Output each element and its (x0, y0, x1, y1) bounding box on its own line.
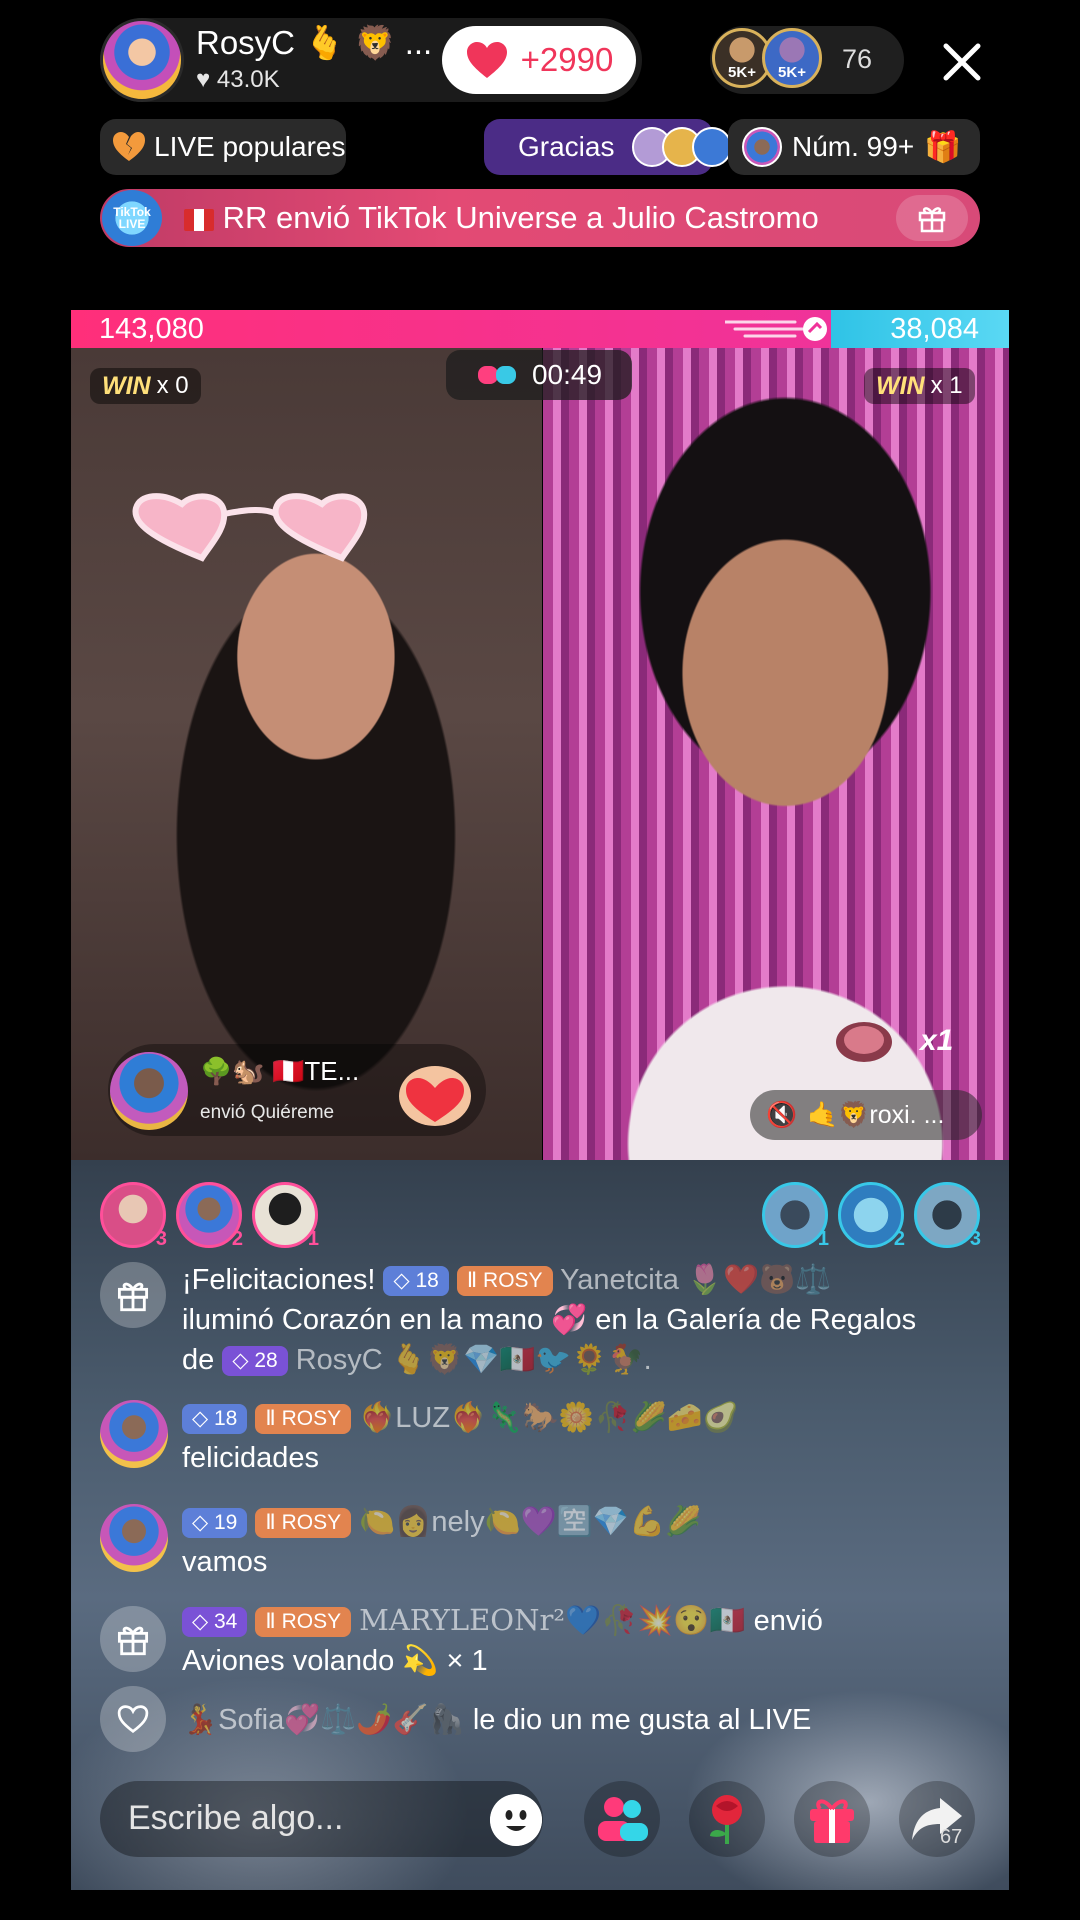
chat-message: ◇ 34 Ⅱ ROSY MARYLEONr²💙🥀💥😯🇲🇽 envió Avion… (100, 1600, 980, 1680)
gift-icon (117, 1282, 149, 1312)
share-count: 67 (940, 1826, 963, 1848)
like-message-icon (100, 1686, 166, 1752)
chat-message-text: ◇ 34 Ⅱ ROSY MARYLEONr²💙🥀💥😯🇲🇽 envió Avion… (182, 1603, 823, 1677)
team-badge: Ⅱ ROSY (255, 1607, 352, 1638)
chat-avatar[interactable] (100, 1504, 168, 1572)
broken-heart-icon (113, 132, 145, 161)
live-popular-label: LIVE populares (154, 131, 346, 162)
gift-sender-avatar[interactable] (110, 1052, 188, 1130)
gift-icon-button[interactable] (896, 195, 968, 241)
close-icon[interactable] (940, 40, 984, 84)
right-score: 38,084 (831, 310, 1009, 348)
host-mini-avatar (742, 127, 782, 167)
left-score: 143,080 (71, 310, 831, 348)
live-popular-pill[interactable]: LIVE populares (100, 119, 346, 175)
supporter-avatar (692, 127, 733, 167)
gift-message-icon (100, 1606, 166, 1672)
chat-username[interactable]: Yanetcita 🌷❤️🐻⚖️ (560, 1264, 831, 1296)
multiplier-text: x1 (920, 1024, 954, 1057)
emoji-icon[interactable] (490, 1794, 542, 1846)
rank-pill[interactable]: Núm. 99+ 🎁 (728, 119, 980, 175)
gift-message-icon (100, 1262, 166, 1328)
battle-timer: 00:49 (446, 350, 632, 400)
heart-glasses-effect (132, 493, 368, 562)
gift-sender-name: 🌳🐿️ 🇵🇪TE... (200, 1056, 360, 1086)
chat-message-text: ◇ 18 Ⅱ ROSY ❤️‍🔥LUZ❤️‍🔥🦎🐎🌼🥀🌽🧀🥑 felicidad… (182, 1402, 739, 1474)
left-rank-avatar[interactable]: 1 (252, 1182, 319, 1250)
rose-icon (710, 1795, 742, 1844)
chat-message-text: ¡Felicitaciones! ◇ 18 Ⅱ ROSY Yanetcita 🌷… (182, 1264, 917, 1377)
right-rank-avatar[interactable]: 2 (838, 1182, 905, 1250)
users-icon (598, 1797, 648, 1841)
like-button[interactable]: +2990 (442, 26, 636, 94)
share-button[interactable] (899, 1781, 975, 1857)
host-likes-count: 43.0K (216, 66, 280, 93)
chat-username[interactable]: 🍋👩nely🍋💜🈳💎💪🌽 (359, 1506, 701, 1538)
host-name: RosyC 🫰 🦁 ... (196, 24, 433, 61)
heart-icon: ♥ (196, 66, 211, 93)
chat-message: ◇ 18 Ⅱ ROSY ❤️‍🔥LUZ❤️‍🔥🦎🐎🌼🥀🌽🧀🥑 felicidad… (100, 1398, 980, 1478)
right-rank-avatar[interactable]: 1 (762, 1182, 829, 1250)
level-badge: ◇ 18 (383, 1266, 449, 1297)
timer-text: 00:49 (531, 359, 603, 390)
chat-avatar[interactable] (100, 1400, 168, 1468)
gracias-pill[interactable]: Gracias (484, 119, 733, 175)
chat-username[interactable]: RosyC 🫰🦁💎🇲🇽🐦🌻🐓. (296, 1344, 652, 1376)
top-viewer-avatar[interactable]: 5K+ (762, 28, 822, 88)
quiereme-gift-icon (399, 1066, 471, 1126)
rank-label: Núm. 99+ (792, 131, 915, 162)
chat-username[interactable]: 💃Sofia💞⚖️🌶️🎸🦍 (182, 1704, 465, 1736)
level-badge: ◇ 18 (182, 1404, 248, 1435)
gift-sender-action: envió Quiéreme (200, 1102, 335, 1123)
guest-name-pill[interactable]: 🔇 🤙🦁roxi. ... (750, 1090, 982, 1140)
gracias-label: Gracias (518, 131, 615, 162)
host-likes: ♥ 43.0K (196, 66, 280, 94)
host-avatar[interactable] (100, 18, 184, 102)
chat-username[interactable]: ❤️‍🔥LUZ❤️‍🔥🦎🐎🌼🥀🌽🧀🥑 (359, 1402, 739, 1434)
gift-announcement-banner[interactable]: TikTok LIVE RR envió TikTok Universe a J… (100, 189, 980, 247)
level-badge: ◇ 34 (182, 1607, 248, 1638)
boxing-gloves-icon (477, 366, 516, 384)
right-win-badge: WIN x 1 (864, 368, 975, 404)
left-rank-avatar[interactable]: 2 (176, 1182, 243, 1250)
heart-icon (466, 42, 507, 78)
left-win-badge: WIN x 0 (90, 368, 201, 404)
host-camera-feed[interactable] (71, 348, 542, 1160)
multi-guest-button[interactable] (584, 1781, 660, 1857)
chat-message-text: ◇ 19 Ⅱ ROSY 🍋👩nely🍋💜🈳💎💪🌽 vamos (182, 1506, 702, 1578)
chat-message: 💃Sofia💞⚖️🌶️🎸🦍 le dio un me gusta al LIVE (100, 1686, 980, 1756)
level-badge: ◇ 28 (222, 1346, 288, 1377)
like-count: +2990 (520, 41, 614, 78)
chat-message-text: 💃Sofia💞⚖️🌶️🎸🦍 le dio un me gusta al LIVE (182, 1704, 812, 1736)
viewer-count[interactable]: 76 (842, 44, 872, 75)
chat-message: ¡Felicitaciones! ◇ 18 Ⅱ ROSY Yanetcita 🌷… (100, 1260, 980, 1380)
level-badge: ◇ 19 (182, 1508, 248, 1539)
score-divider-icon (725, 317, 827, 341)
pig-icon (836, 1022, 892, 1062)
mute-icon[interactable]: 🔇 (766, 1101, 797, 1130)
rose-gift-button[interactable] (689, 1781, 765, 1857)
guest-name: 🤙🦁roxi. ... (807, 1100, 945, 1129)
team-badge: Ⅱ ROSY (456, 1266, 553, 1297)
peru-flag-icon (184, 208, 214, 231)
gift-box-icon: 🎁 (924, 130, 962, 164)
tiktok-live-badge: TikTok LIVE (102, 190, 162, 246)
gift-button[interactable] (794, 1781, 870, 1857)
right-rank-avatar[interactable]: 3 (914, 1182, 981, 1250)
heart-outline-icon (117, 1705, 149, 1734)
left-rank-avatar[interactable]: 3 (100, 1182, 167, 1250)
gift-icon (810, 1799, 854, 1843)
banner-text: RR envió TikTok Universe a Julio Castrom… (184, 200, 874, 236)
battle-score-bar: 143,080 38,084 (71, 310, 1009, 348)
gift-icon (117, 1626, 149, 1656)
chat-message: ◇ 19 Ⅱ ROSY 🍋👩nely🍋💜🈳💎💪🌽 vamos (100, 1502, 980, 1582)
gift-icon (918, 207, 946, 233)
chat-username[interactable]: MARYLEONr²💙🥀💥😯🇲🇽 (359, 1603, 745, 1637)
team-badge: Ⅱ ROSY (255, 1508, 352, 1539)
team-badge: Ⅱ ROSY (255, 1404, 352, 1435)
comment-placeholder[interactable]: Escribe algo... (128, 1799, 343, 1838)
